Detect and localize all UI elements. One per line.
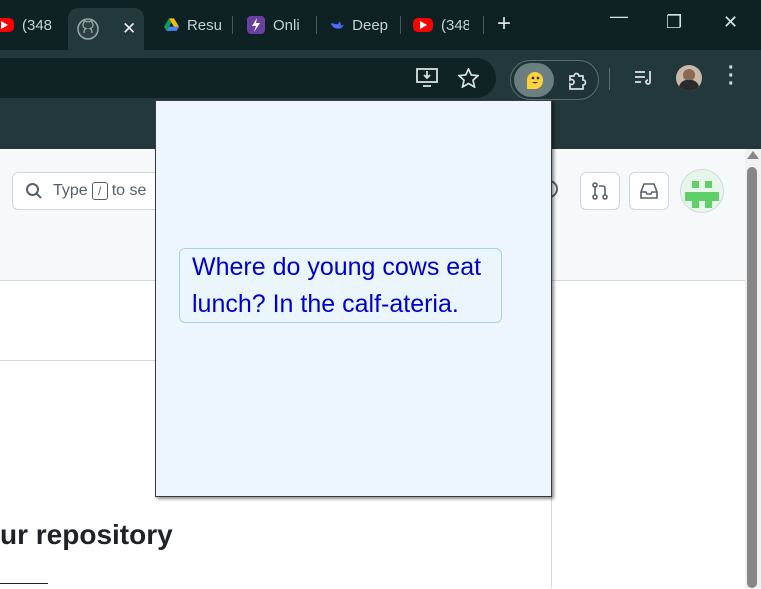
tab-title: Onli: [273, 16, 300, 34]
more-menu-icon[interactable]: · · ·: [728, 58, 735, 94]
media-queue-icon[interactable]: [634, 69, 654, 87]
new-tab-button[interactable]: +: [497, 10, 511, 38]
bolt-icon: [247, 16, 265, 34]
search-placeholder-suffix: to se: [111, 182, 147, 199]
scroll-up-arrow-icon[interactable]: [747, 151, 759, 159]
joke-extension-button[interactable]: [514, 63, 554, 97]
browser-toolbar: · · ·: [0, 50, 761, 105]
scrollbar[interactable]: [745, 149, 761, 588]
joke-text: Where do young cows eat lunch? In the ca…: [179, 248, 502, 323]
tab-drive[interactable]: Resu: [164, 8, 222, 42]
profile-avatar[interactable]: [676, 65, 702, 91]
tab-github[interactable]: ✕: [68, 8, 144, 50]
tab-onli[interactable]: Onli: [247, 8, 303, 42]
extensions-pill: [510, 60, 599, 100]
tab-title: Deep: [352, 16, 388, 34]
user-avatar[interactable]: [680, 169, 724, 213]
laughing-face-icon: [527, 72, 543, 89]
deepseek-icon: [330, 21, 344, 29]
minimize-button[interactable]: —: [610, 6, 628, 27]
scroll-thumb[interactable]: [747, 167, 757, 588]
youtube-icon: [413, 18, 433, 32]
page-element-edge: [0, 583, 48, 589]
pull-request-icon: [592, 182, 608, 200]
google-drive-icon: [164, 18, 179, 31]
inbox-icon: [640, 183, 658, 199]
search-shortcut-key: /: [91, 182, 108, 200]
joke-extension-popup: Where do young cows eat lunch? In the ca…: [155, 100, 552, 497]
search-icon: [26, 183, 42, 199]
bookmark-star-icon[interactable]: [458, 68, 479, 88]
address-bar[interactable]: [0, 58, 496, 98]
repository-heading: ur repository: [0, 519, 173, 550]
tab-youtube-2[interactable]: (348: [413, 8, 469, 42]
install-app-icon[interactable]: [416, 68, 438, 88]
tab-strip: (348 ✕ Resu Onli Deep (348 + — ❐ ✕: [0, 0, 761, 50]
search-placeholder: Type: [53, 182, 88, 199]
inbox-button[interactable]: [629, 172, 669, 210]
tab-deepseek[interactable]: Deep: [330, 8, 388, 42]
close-tab-icon[interactable]: ✕: [122, 19, 136, 39]
tab-title: Resu: [186, 16, 222, 34]
restore-button[interactable]: ❐: [666, 12, 682, 33]
close-window-button[interactable]: ✕: [723, 12, 738, 33]
tab-title: (348: [441, 16, 469, 34]
tab-title: (348: [22, 16, 53, 34]
github-icon: [77, 18, 99, 40]
tab-youtube-1[interactable]: (348: [0, 8, 62, 42]
youtube-icon: [0, 18, 14, 32]
puzzle-extensions-icon[interactable]: [566, 69, 588, 91]
pull-requests-button[interactable]: [580, 172, 620, 210]
